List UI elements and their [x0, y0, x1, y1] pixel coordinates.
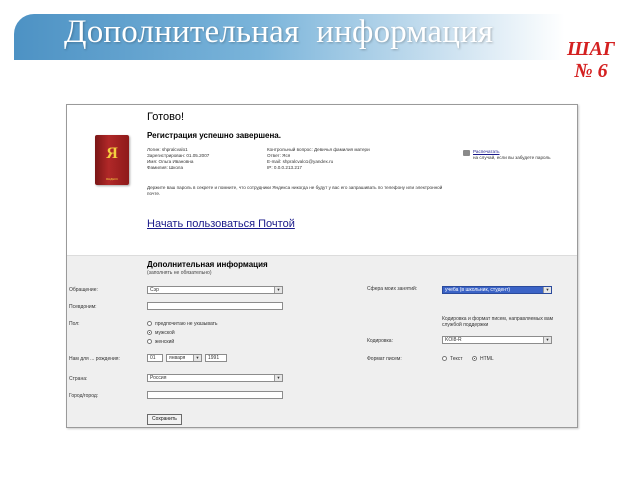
yandex-book-logo: Я ЯНДЕКС [95, 135, 129, 185]
gender-radio-male[interactable] [147, 330, 152, 335]
format-option-label: HTML [480, 356, 494, 362]
birth-month-value: января [169, 355, 186, 361]
save-button[interactable]: Сохранить [147, 414, 182, 425]
info-line: IP: 0.0.0.213.217 [267, 165, 302, 170]
security-note: Держите ваш пароль в секрете и помните, … [147, 185, 443, 196]
account-info-right: Контрольный вопрос: Девичья фамилия мате… [267, 147, 370, 171]
encoding-note: Кодировка и формат писем, направляемых в… [442, 316, 554, 328]
book-letter: Я [106, 145, 118, 162]
chevron-down-icon: ▼ [543, 337, 551, 343]
slide-title: Дополнительная информация [64, 14, 494, 50]
gender-radio-unspecified[interactable] [147, 321, 152, 326]
birth-month-select[interactable]: января ▼ [166, 354, 202, 362]
encoding-value: KOI8-R [445, 337, 462, 343]
encoding-select[interactable]: KOI8-R ▼ [442, 336, 552, 344]
gender-option-label: женский [155, 339, 175, 345]
salutation-select[interactable]: Сэр ▼ [147, 286, 283, 294]
format-label: Формат писем: [367, 356, 402, 362]
gender-radio-female[interactable] [147, 339, 152, 344]
gender-label: Пол: [69, 321, 80, 327]
occupation-value: учеба (в школьник, студент) [445, 287, 511, 293]
format-option-label: Текст [450, 356, 463, 362]
nickname-label: Псевдоним: [69, 304, 97, 310]
account-info-left: Логин: shpralcvalo1 Зарегистрирован: 01.… [147, 147, 209, 171]
country-select[interactable]: Россия ▼ [147, 374, 283, 382]
additional-info-subtitle: (заполнять не обязательно) [147, 270, 212, 276]
gender-option-label: мужской [155, 330, 175, 336]
additional-info-title: Дополнительная информация [147, 260, 268, 269]
occupation-select[interactable]: учеба (в школьник, студент) ▼ [442, 286, 552, 294]
occupation-label: Сфера моих занятий: [367, 286, 418, 292]
print-block: Распечатать на случай, если вы забудете … [473, 149, 551, 161]
printer-icon [463, 150, 470, 156]
birth-year-input[interactable]: 1991 [205, 354, 227, 362]
info-line: Фамилия: Школа [147, 165, 184, 170]
step-indicator: ШАГ № 6 [556, 38, 626, 82]
country-value: Россия [150, 375, 167, 381]
salutation-label: Обращение: [69, 287, 98, 293]
gender-option-label: предпочитаю не указывать [155, 321, 218, 327]
birth-day-input[interactable]: 01 [147, 354, 163, 362]
registration-screenshot: Я ЯНДЕКС Готово! Регистрация успешно зав… [66, 104, 578, 428]
step-number: № 6 [574, 60, 608, 82]
city-input[interactable] [147, 391, 283, 399]
registration-success-title: Регистрация успешно завершена. [147, 131, 281, 140]
country-label: Страна: [69, 376, 88, 382]
book-caption: ЯНДЕКС [105, 177, 119, 181]
encoding-label: Кодировка: [367, 338, 393, 344]
format-radio-html[interactable] [472, 356, 477, 361]
chevron-down-icon: ▼ [274, 375, 282, 381]
print-note: на случай, если вы забудете пароль [473, 155, 551, 160]
chevron-down-icon: ▼ [274, 287, 282, 293]
ready-title: Готово! [147, 111, 185, 123]
chevron-down-icon: ▼ [193, 355, 201, 361]
nickname-input[interactable] [147, 302, 283, 310]
chevron-down-icon: ▼ [543, 287, 551, 293]
start-mail-link[interactable]: Начать пользоваться Почтой [147, 218, 295, 230]
format-radio-text[interactable] [442, 356, 447, 361]
city-label: Город/город: [69, 393, 99, 399]
birthdate-label: Нам для ... рождения: [69, 356, 120, 362]
salutation-value: Сэр [150, 287, 159, 293]
step-label: ШАГ [567, 38, 615, 60]
